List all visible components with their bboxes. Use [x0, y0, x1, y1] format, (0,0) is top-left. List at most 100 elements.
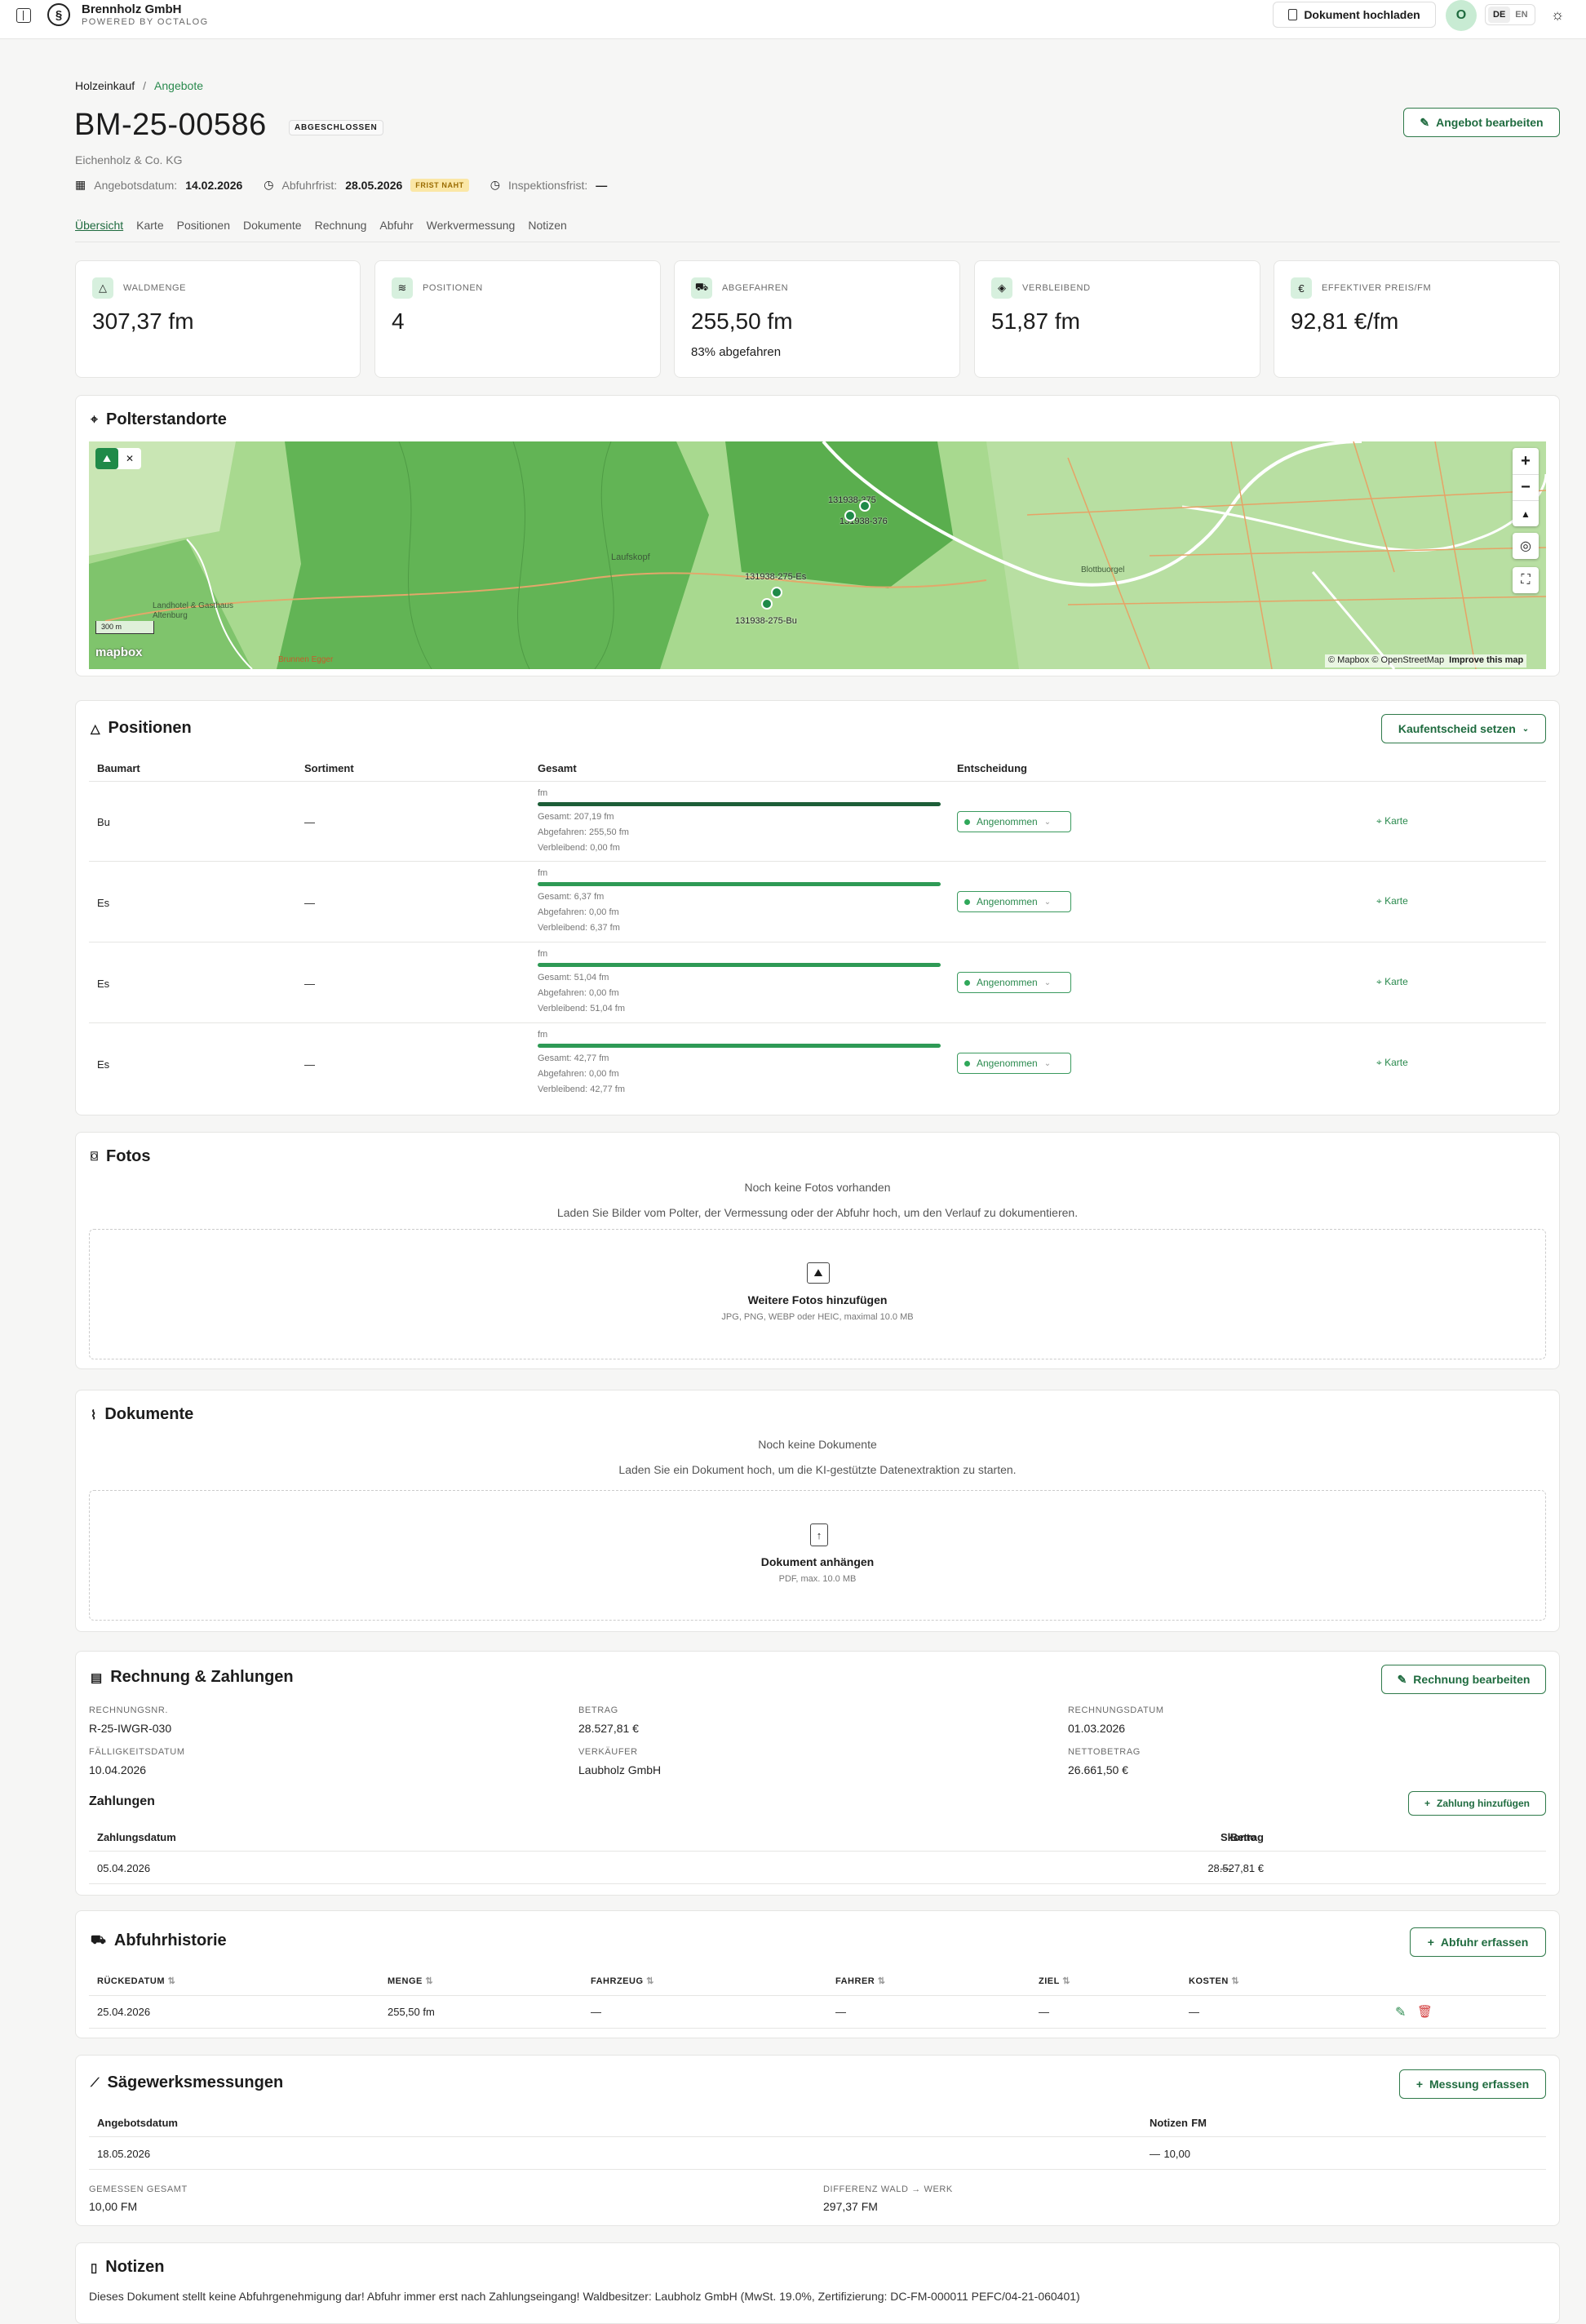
map-pin-icon: ⌖	[91, 412, 99, 427]
edit-invoice-button[interactable]: ✎ Rechnung bearbeiten	[1381, 1665, 1546, 1694]
zoom-controls: + − ▲	[1513, 448, 1539, 526]
stat-card-verbleibend: ◈ VERBLEIBEND 51,87 fm	[974, 260, 1260, 378]
progress-bar	[538, 1044, 941, 1048]
file-icon	[1288, 9, 1298, 20]
tab-rechnung[interactable]: Rechnung	[315, 219, 367, 232]
company-logo-icon: §	[47, 3, 70, 26]
terrain-icon[interactable]: ⛰	[95, 448, 118, 469]
documents-card: ⌇ Dokumente Noch keine Dokumente Laden Si…	[75, 1390, 1560, 1632]
map-place-brunnen: Brunnen Egger	[278, 655, 334, 664]
breadcrumb-current[interactable]: Angebote	[154, 79, 203, 92]
photos-card: ⌼ Fotos Noch keine Fotos vorhanden Laden …	[75, 1132, 1560, 1369]
map-canvas[interactable]: Laufskopf Landhotel & Gasthaus Altenburg…	[89, 441, 1546, 669]
chevron-down-icon: ⌄	[1522, 724, 1530, 734]
zoom-out-icon[interactable]: −	[1513, 474, 1539, 500]
sort-header[interactable]: FAHRZEUG ⇅	[591, 1976, 654, 1986]
map-place-landhotel: Landhotel & Gasthaus Altenburg	[153, 601, 233, 620]
tab-notizen[interactable]: Notizen	[528, 219, 566, 232]
theme-sun-icon[interactable]: ☼	[1548, 6, 1566, 24]
image-add-icon: ⛰	[807, 1262, 830, 1284]
tab-abfuhr[interactable]: Abfuhr	[379, 219, 413, 232]
zoom-in-icon[interactable]: +	[1513, 448, 1539, 474]
document-dropzone[interactable]: ↑ Dokument anhängen PDF, max. 10.0 MB	[89, 1490, 1546, 1621]
notes-section-title: ▯ Notizen	[91, 2258, 165, 2276]
truck-icon: ⛟	[91, 1933, 106, 1947]
status-badge: ABGESCHLOSSEN	[289, 120, 383, 135]
decision-select[interactable]: Angenommen ⌄	[957, 972, 1071, 993]
stat-card-waldmenge: △ WALDMENGE 307,37 fm	[75, 260, 361, 378]
tree-icon: △	[91, 721, 100, 736]
add-payment-button[interactable]: + Zahlung hinzufügen	[1408, 1791, 1546, 1816]
delete-trash-icon[interactable]: 🗑	[1417, 2004, 1433, 2019]
map-pin-icon: ⌖	[1376, 976, 1382, 987]
clock-icon: ◷	[264, 178, 274, 191]
photo-dropzone[interactable]: ⛰ Weitere Fotos hinzufügen JPG, PNG, WEB…	[89, 1229, 1546, 1359]
satellite-icon[interactable]: ✕	[118, 448, 141, 469]
breadcrumb: Holzeinkauf / Angebote	[75, 79, 203, 92]
status-dot	[964, 818, 970, 825]
positions-card: △ Positionen Kaufentscheid setzen ⌄ Baumar…	[75, 700, 1560, 1115]
map-marker[interactable]	[771, 587, 782, 598]
status-dot	[964, 1060, 970, 1067]
map-marker[interactable]	[859, 500, 871, 512]
add-measurement-button[interactable]: + Messung erfassen	[1399, 2069, 1546, 2099]
plus-icon: +	[1424, 1798, 1431, 1809]
geolocate-icon[interactable]: ◎	[1513, 533, 1539, 559]
upload-document-button[interactable]: Dokument hochladen	[1273, 2, 1436, 28]
edit-pencil-icon[interactable]: ✎	[1395, 2004, 1406, 2020]
set-purchase-decision-button[interactable]: Kaufentscheid setzen ⌄	[1381, 714, 1546, 743]
sort-icon: ⇅	[1062, 1976, 1070, 1986]
decision-select[interactable]: Angenommen ⌄	[957, 891, 1071, 912]
invoice-card: ▤ Rechnung & Zahlungen ✎ Rechnung bearbeit…	[75, 1651, 1560, 1896]
add-pickup-button[interactable]: + Abfuhr erfassen	[1410, 1927, 1546, 1957]
sort-header[interactable]: MENGE ⇅	[388, 1976, 433, 1986]
layers-icon: ≋	[392, 277, 413, 299]
table-row: Es — fm Gesamt: 51,04 fm Abgefahren: 0,0…	[89, 943, 1546, 1023]
plus-icon: +	[1415, 2078, 1423, 2091]
notes-text: Dieses Dokument stellt keine Abfuhrgeneh…	[89, 2290, 1080, 2303]
decision-select[interactable]: Angenommen ⌄	[957, 811, 1071, 832]
map-link[interactable]: ⌖ Karte	[1376, 976, 1408, 988]
sawmill-card: ⟋ Sägewerksmessungen + Messung erfassen An…	[75, 2055, 1560, 2226]
lang-en-button[interactable]: EN	[1510, 7, 1532, 23]
progress-bar	[538, 802, 941, 806]
table-row: 25.04.2026 255,50 fm — — — — ✎ 🗑	[89, 1996, 1546, 2029]
fullscreen-icon[interactable]: ⛶	[1513, 567, 1539, 593]
edit-offer-button[interactable]: ✎ Angebot bearbeiten	[1403, 108, 1560, 137]
sidebar-toggle-icon[interactable]	[16, 8, 31, 23]
map-style-switch: ⛰ ✕	[95, 448, 141, 469]
tab-werkvermessung[interactable]: Werkvermessung	[427, 219, 516, 232]
map-link[interactable]: ⌖ Karte	[1376, 1057, 1408, 1069]
sawmill-section-title: ⟋ Sägewerksmessungen	[91, 2073, 284, 2091]
compass-icon[interactable]: ▲	[1513, 500, 1539, 526]
company-name: Brennholz GmbH	[82, 2, 182, 16]
table-row: Es — fm Gesamt: 6,37 fm Abgefahren: 0,00…	[89, 863, 1546, 942]
tree-icon: △	[92, 277, 113, 299]
sort-icon: ⇅	[1231, 1976, 1240, 1986]
camera-icon: ⌼	[91, 1150, 99, 1164]
sort-icon: ⇅	[877, 1976, 886, 1986]
progress-bar	[538, 963, 941, 967]
payments-title: Zahlungen	[89, 1794, 155, 1808]
sort-header[interactable]: FAHRER ⇅	[835, 1976, 886, 1986]
decision-select[interactable]: Angenommen ⌄	[957, 1053, 1071, 1074]
avatar[interactable]: O	[1446, 0, 1477, 31]
map-marker[interactable]	[761, 598, 773, 610]
sort-header[interactable]: RÜCKEDATUM ⇅	[97, 1976, 175, 1986]
breadcrumb-parent[interactable]: Holzeinkauf	[75, 79, 135, 92]
sort-header[interactable]: KOSTEN ⇅	[1189, 1976, 1239, 1986]
map-marker[interactable]	[844, 510, 856, 521]
tab-dokumente[interactable]: Dokumente	[243, 219, 302, 232]
tab-uebersicht[interactable]: Übersicht	[75, 219, 123, 232]
tab-positionen[interactable]: Positionen	[177, 219, 230, 232]
map-link[interactable]: ⌖ Karte	[1376, 815, 1408, 827]
map-pin-icon: ⌖	[1376, 895, 1382, 907]
map-link[interactable]: ⌖ Karte	[1376, 895, 1408, 907]
map-section-title: ⌖ Polterstandorte	[91, 410, 227, 428]
stat-card-positionen: ≋ POSITIONEN 4	[374, 260, 661, 378]
pickup-section-title: ⛟ Abfuhrhistorie	[91, 1931, 227, 1949]
sort-header[interactable]: ZIEL ⇅	[1039, 1976, 1070, 1986]
tab-karte[interactable]: Karte	[136, 219, 163, 232]
lang-de-button[interactable]: DE	[1488, 7, 1511, 23]
map-pin-icon: ⌖	[1376, 1057, 1382, 1068]
